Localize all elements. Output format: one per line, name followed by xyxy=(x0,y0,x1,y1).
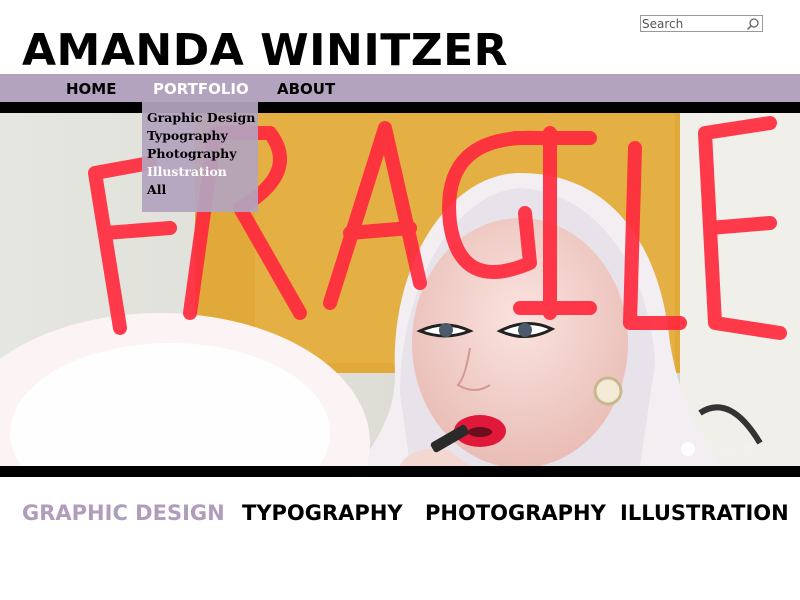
slideshow-pagination xyxy=(681,442,755,456)
slide-dot-1[interactable] xyxy=(681,442,695,456)
hero-slideshow[interactable] xyxy=(0,113,800,466)
nav-portfolio[interactable]: PORTFOLIO xyxy=(153,74,249,102)
slide-dot-3[interactable] xyxy=(721,442,735,456)
search-input[interactable] xyxy=(641,16,746,31)
hero-top-border xyxy=(0,102,800,113)
site-title[interactable]: AMANDA WINITZER xyxy=(22,26,508,76)
nav-home[interactable]: HOME xyxy=(66,74,116,102)
main-nav: HOME PORTFOLIO ABOUT xyxy=(0,74,800,102)
dropdown-item-all[interactable]: All xyxy=(142,181,258,199)
search-icon[interactable] xyxy=(746,17,760,31)
category-typography[interactable]: TYPOGRAPHY xyxy=(242,500,403,526)
search-box[interactable] xyxy=(640,15,763,32)
dropdown-item-photography[interactable]: Photography xyxy=(142,145,258,163)
nav-about[interactable]: ABOUT xyxy=(277,74,335,102)
dropdown-item-graphic-design[interactable]: Graphic Design xyxy=(142,109,258,127)
category-illustration[interactable]: ILLUSTRATION xyxy=(620,500,789,526)
slide-dot-2[interactable] xyxy=(701,442,715,456)
hero-bottom-border xyxy=(0,466,800,477)
category-photography[interactable]: PHOTOGRAPHY xyxy=(425,500,606,526)
hero-image xyxy=(0,113,800,466)
category-graphic-design[interactable]: GRAPHIC DESIGN xyxy=(22,500,225,526)
dropdown-item-typography[interactable]: Typography xyxy=(142,127,258,145)
portfolio-dropdown: Graphic Design Typography Photography Il… xyxy=(142,102,258,212)
slide-dot-4[interactable] xyxy=(741,442,755,456)
dropdown-item-illustration[interactable]: Illustration xyxy=(142,163,258,181)
